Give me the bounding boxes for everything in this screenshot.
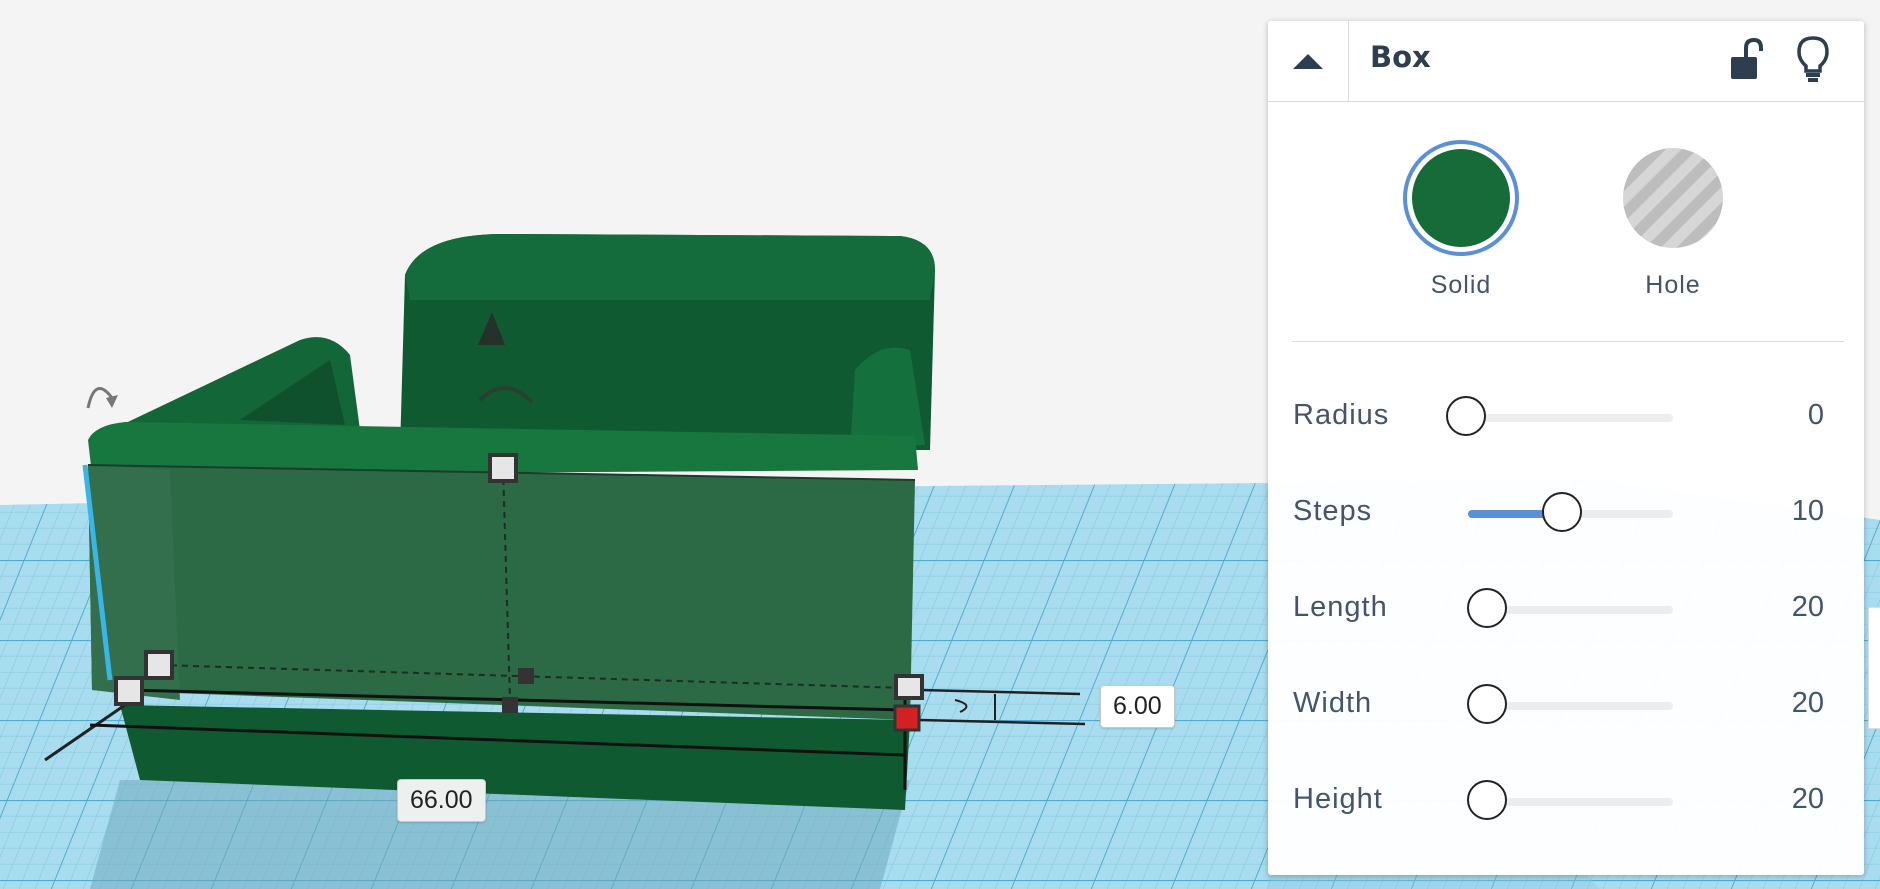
panel-edge-tab[interactable] bbox=[1868, 607, 1880, 729]
height-label: Height bbox=[1293, 783, 1383, 815]
property-row-width: Width 20 bbox=[1268, 675, 1864, 735]
height-slider[interactable] bbox=[1466, 780, 1673, 820]
solid-type-option[interactable]: Solid bbox=[1391, 139, 1531, 300]
steps-value[interactable]: 10 bbox=[1744, 495, 1824, 528]
radius-slider-thumb[interactable] bbox=[1446, 396, 1486, 436]
hole-label: Hole bbox=[1645, 271, 1701, 299]
steps-slider[interactable] bbox=[1468, 492, 1673, 532]
length-value[interactable]: 20 bbox=[1744, 591, 1824, 624]
height-slider-thumb[interactable] bbox=[1466, 780, 1507, 820]
lightbulb-icon bbox=[1797, 36, 1829, 82]
property-row-length: Length 20 bbox=[1268, 579, 1864, 639]
shape-name-title[interactable]: Box bbox=[1370, 40, 1431, 74]
caret-up-icon bbox=[1293, 54, 1323, 69]
lock-button[interactable] bbox=[1728, 37, 1764, 81]
property-row-steps: Steps 10 bbox=[1268, 483, 1864, 543]
steps-slider-thumb[interactable] bbox=[1542, 492, 1583, 532]
collapse-panel-button[interactable] bbox=[1268, 21, 1349, 101]
unlock-icon bbox=[1731, 37, 1763, 79]
radius-slider[interactable] bbox=[1446, 396, 1673, 436]
height-value[interactable]: 20 bbox=[1744, 783, 1824, 816]
width-slider-thumb[interactable] bbox=[1466, 684, 1507, 724]
solid-swatch[interactable] bbox=[1402, 139, 1520, 257]
hint-button[interactable] bbox=[1796, 35, 1830, 83]
dimension-label-width[interactable]: 66.00 bbox=[397, 779, 486, 822]
hole-type-option[interactable]: Hole bbox=[1603, 139, 1743, 300]
property-row-radius: Radius 0 bbox=[1268, 387, 1864, 447]
solid-label: Solid bbox=[1430, 271, 1492, 299]
length-label: Length bbox=[1293, 591, 1388, 623]
width-slider[interactable] bbox=[1466, 684, 1673, 724]
property-row-height: Height 20 bbox=[1268, 771, 1864, 831]
dimension-label-height[interactable]: 6.00 bbox=[1100, 685, 1175, 728]
radius-label: Radius bbox=[1293, 399, 1390, 431]
length-slider[interactable] bbox=[1466, 588, 1673, 628]
steps-label: Steps bbox=[1293, 495, 1373, 527]
shape-inspector-panel: Box Solid Hole Radius 0 Steps 10 Length … bbox=[1268, 21, 1864, 875]
width-label: Width bbox=[1293, 687, 1373, 719]
inspector-divider bbox=[1292, 341, 1844, 342]
hole-swatch[interactable] bbox=[1614, 139, 1732, 257]
width-value[interactable]: 20 bbox=[1744, 687, 1824, 720]
inspector-header: Box bbox=[1268, 21, 1864, 102]
radius-value[interactable]: 0 bbox=[1744, 399, 1824, 432]
length-slider-thumb[interactable] bbox=[1466, 588, 1507, 628]
